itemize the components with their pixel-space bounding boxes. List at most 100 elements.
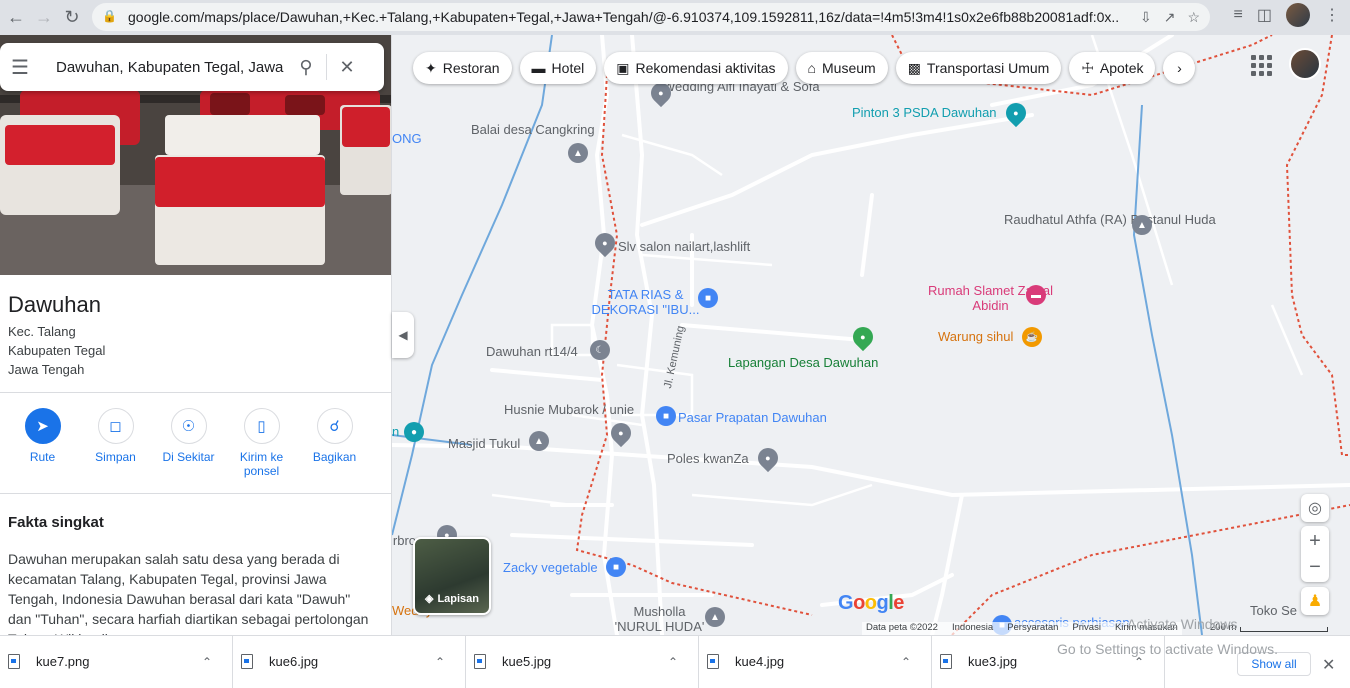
poi-label-toko[interactable]: Toko Se — [1250, 603, 1297, 618]
divider — [0, 392, 391, 393]
poi-label-tata-rias[interactable]: TATA RIAS & DEKORASI "IBU... — [588, 287, 703, 317]
street-view-pegman[interactable]: ♟ — [1301, 587, 1329, 615]
zoom-in-button[interactable]: + — [1309, 528, 1321, 554]
save-button[interactable]: ◻ Simpan — [79, 408, 152, 478]
mosque-poi-icon[interactable]: ▲ — [529, 431, 549, 451]
chevron-up-icon[interactable]: ⌃ — [202, 655, 232, 669]
reading-list-icon[interactable]: ≡ — [1234, 6, 1243, 24]
watermark-line: Activate Windows — [1127, 616, 1238, 632]
layers-button[interactable]: ◈ Lapisan — [413, 537, 491, 615]
download-item[interactable]: kue6.jpg ⌃ — [233, 635, 466, 688]
chevron-right-icon: › — [1177, 60, 1182, 76]
search-input[interactable] — [56, 58, 286, 76]
chips-next-button[interactable]: › — [1163, 52, 1196, 84]
install-icon[interactable]: ⇩ — [1140, 9, 1152, 26]
chip-hotel[interactable]: ▬ Hotel — [519, 52, 597, 84]
poi-label-zacky[interactable]: Zacky vegetable — [503, 560, 598, 575]
chevron-up-icon[interactable]: ⌃ — [901, 655, 931, 669]
google-apps-icon[interactable] — [1248, 52, 1272, 76]
forward-arrow-icon[interactable]: → — [30, 4, 58, 32]
poi-label-musholla[interactable]: Musholla 'NURUL HUDA' — [612, 604, 707, 634]
poi-label-lapangan[interactable]: Lapangan Desa Dawuhan — [728, 355, 878, 370]
divider — [0, 493, 391, 494]
water-poi-icon[interactable]: ● — [404, 422, 424, 442]
poi-label-warung[interactable]: Warung sihul — [938, 329, 1013, 344]
close-icon[interactable]: ✕ — [327, 57, 367, 78]
directions-icon: ➤ — [24, 408, 61, 444]
region-link[interactable]: Indonesia — [952, 622, 993, 635]
shop-poi-icon[interactable]: ■ — [698, 288, 718, 308]
url-text: google.com/maps/place/Dawuhan,+Kec.+Tala… — [128, 9, 1118, 25]
bookmark-icon: ◻ — [97, 408, 134, 444]
nearby-icon: ☉ — [170, 408, 207, 444]
poi-label-poles[interactable]: Poles kwanZa — [667, 451, 749, 466]
send-to-phone-button[interactable]: ▯ Kirim ke ponsel — [225, 408, 298, 478]
share-page-icon[interactable]: ↗ — [1164, 9, 1176, 26]
chevron-up-icon[interactable]: ⌃ — [435, 655, 465, 669]
cafe-poi-icon[interactable]: ☕ — [1022, 327, 1042, 347]
poi-label-slv[interactable]: Slv salon nailart,lashlift — [618, 239, 750, 254]
scale-bar — [1240, 627, 1328, 632]
watermark-line: Go to Settings to activate Windows. — [1057, 641, 1278, 657]
chip-apotek[interactable]: ☩ Apotek — [1069, 52, 1156, 84]
layers-icon: ◈ — [424, 593, 434, 605]
send-to-phone-icon: ▯ — [243, 408, 280, 444]
address-bar[interactable]: 🔒 google.com/maps/place/Dawuhan,+Kec.+Ta… — [92, 3, 1210, 31]
back-arrow-icon[interactable]: ← — [2, 4, 30, 32]
building-poi-icon[interactable]: ▲ — [568, 143, 588, 163]
map-canvas[interactable]: Wedding Alfi Inayati & Sofa ● Pinton 3 P… — [392, 35, 1350, 635]
account-avatar[interactable] — [1289, 48, 1321, 80]
location-target-icon: ◎ — [1308, 500, 1322, 517]
poi-label-masjid[interactable]: Masjid Tukul — [448, 436, 520, 451]
poi-label-raudhatul[interactable]: Raudhatul Athfa (RA) Bustanul Huda — [1004, 212, 1216, 227]
nearby-button[interactable]: ☉ Di Sekitar — [152, 408, 225, 478]
chip-museum[interactable]: ⌂ Museum — [795, 52, 888, 84]
privacy-link[interactable]: Privasi — [1072, 622, 1101, 635]
museum-icon: ⌂ — [807, 60, 816, 76]
google-logo: Google — [838, 592, 904, 614]
mosque-poi-icon[interactable]: ▲ — [705, 607, 725, 627]
poi-label-pasar[interactable]: Pasar Prapatan Dawuhan — [678, 410, 827, 425]
more-menu-icon[interactable]: ⋮ — [1324, 5, 1340, 25]
poi-label-dawuhan-rt[interactable]: Dawuhan rt14/4 — [486, 344, 578, 359]
share-button[interactable]: ☌ Bagikan — [298, 408, 371, 478]
poi-label-ong[interactable]: ONG — [392, 131, 422, 146]
place-actions: ➤ Rute ◻ Simpan ☉ Di Sekitar ▯ Kirim ke … — [0, 408, 391, 478]
chevron-left-icon: ◀ — [398, 328, 408, 342]
category-chips: ✦ Restoran ▬ Hotel ▣ Rekomendasi aktivitas … — [413, 52, 1196, 84]
hamburger-menu-icon[interactable]: ☰ — [0, 55, 40, 80]
profile-avatar[interactable] — [1286, 3, 1310, 27]
close-downloads-icon[interactable]: ✕ — [1322, 655, 1335, 675]
image-file-icon — [474, 654, 486, 669]
directions-button[interactable]: ➤ Rute — [6, 408, 79, 478]
download-item[interactable]: kue7.png ⌃ — [0, 635, 233, 688]
poi-label-balai[interactable]: Balai desa Cangkring — [471, 122, 595, 137]
chip-restoran[interactable]: ✦ Restoran — [413, 52, 512, 84]
image-file-icon — [8, 654, 20, 669]
side-panel-icon[interactable]: ◫ — [1257, 5, 1272, 25]
bookmark-star-icon[interactable]: ☆ — [1187, 9, 1200, 26]
place-panel: ☰ ⚲ ✕ Dawuhan Kec. Talang Kabupaten Tega… — [0, 35, 392, 635]
mosque-poi-icon[interactable]: ☾ — [590, 340, 610, 360]
map-data-credit: Data peta ©2022 — [866, 622, 938, 633]
download-item[interactable]: kue4.jpg ⌃ — [699, 635, 932, 688]
school-poi-icon[interactable]: ▲ — [1132, 215, 1152, 235]
search-icon[interactable]: ⚲ — [286, 57, 326, 78]
pegman-icon: ♟ — [1307, 593, 1323, 610]
shop-poi-icon[interactable]: ■ — [606, 557, 626, 577]
download-item[interactable]: kue5.jpg ⌃ — [466, 635, 699, 688]
place-title: Dawuhan — [8, 292, 101, 317]
shop-poi-icon[interactable]: ■ — [656, 406, 676, 426]
bed-icon: ▬ — [531, 60, 546, 76]
terms-link[interactable]: Persyaratan — [1007, 622, 1058, 635]
zoom-out-button[interactable]: − — [1309, 554, 1321, 580]
hotel-poi-icon[interactable]: ▬ — [1026, 285, 1046, 305]
chip-rekomendasi[interactable]: ▣ Rekomendasi aktivitas — [604, 52, 788, 84]
poi-label-pinton[interactable]: Pinton 3 PSDA Dawuhan — [852, 105, 997, 120]
my-location-button[interactable]: ◎ — [1301, 494, 1329, 522]
reload-icon[interactable]: ↻ — [58, 4, 86, 32]
chip-transportasi[interactable]: ▩ Transportasi Umum — [895, 52, 1062, 84]
collapse-panel-button[interactable]: ◀ — [392, 312, 414, 358]
poi-label-husnie[interactable]: Husnie Mubarok / unie — [504, 402, 634, 417]
chevron-up-icon[interactable]: ⌃ — [668, 655, 698, 669]
